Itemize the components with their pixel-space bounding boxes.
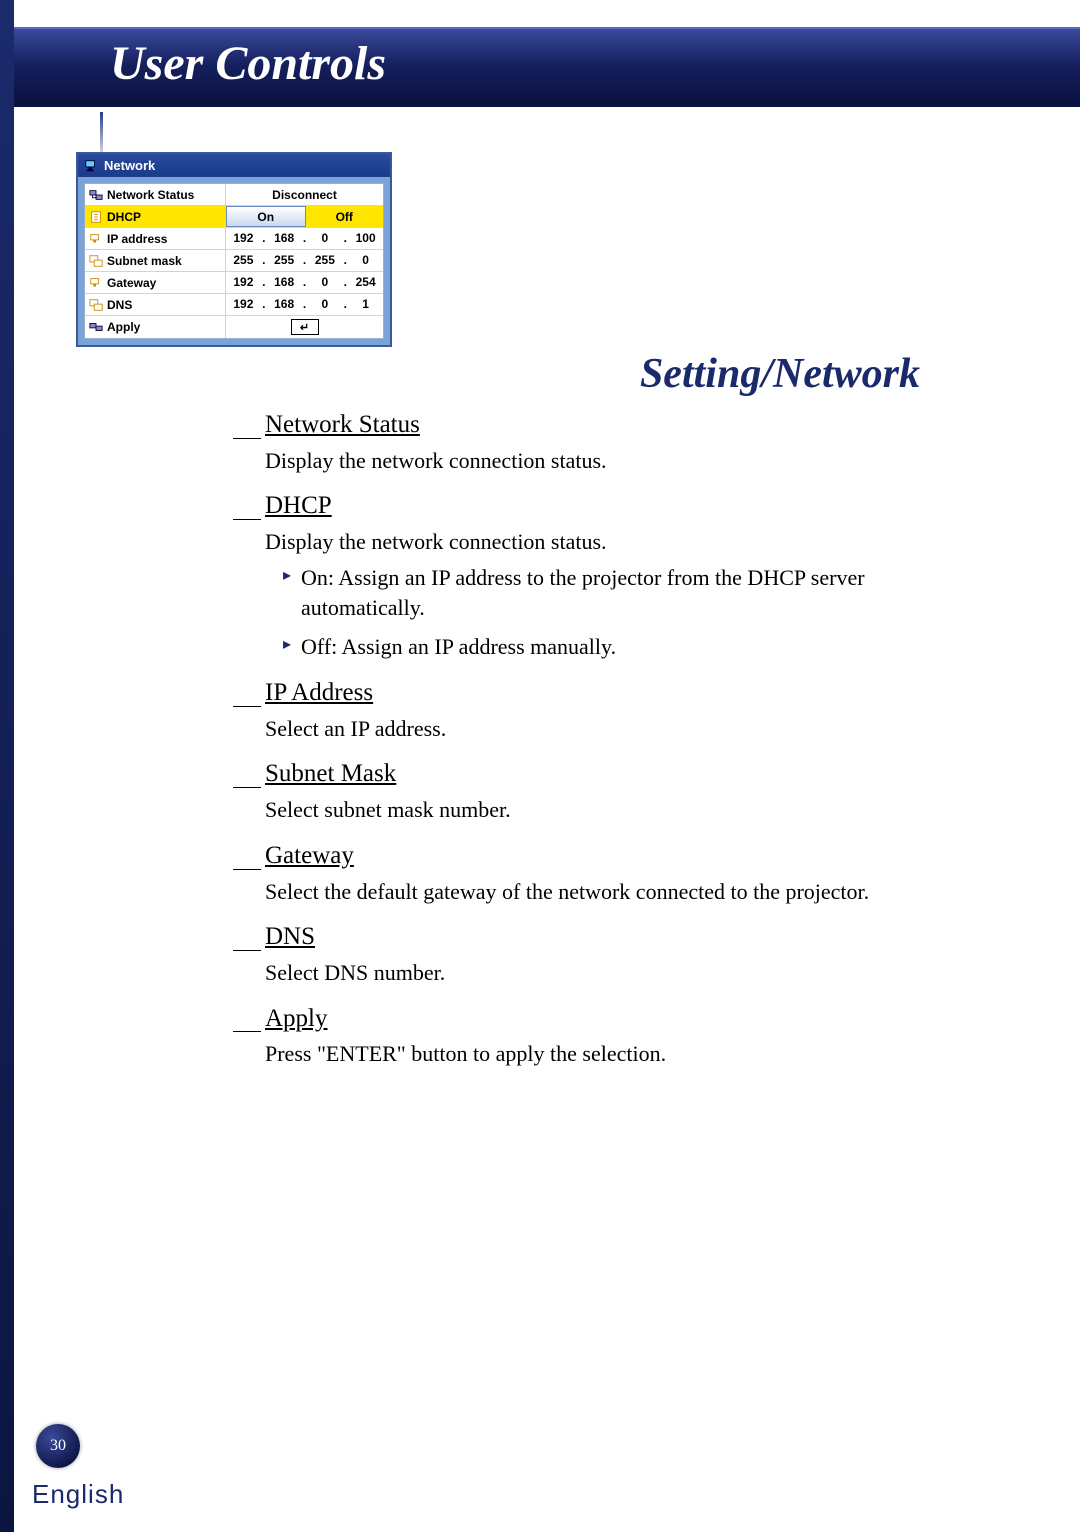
gw-o2: 168 [267,272,302,293]
gateway-icon [89,276,103,290]
para-network-status: Display the network connection status. [265,446,945,476]
section-title: Setting/Network [640,350,920,398]
gw-o1: 192 [226,272,261,293]
para-dhcp: Display the network connection status. [265,527,945,557]
osd-title-bar: Network [78,154,390,177]
osd-row-status[interactable]: Network Status Disconnect [85,184,383,206]
sn-o1: 255 [226,250,261,271]
osd-network-panel: Network Network Status Disconnect DHCP O… [76,152,392,347]
heading-subnet: Subnet Mask [265,757,945,791]
page-header-title: User Controls [110,36,386,91]
apply-icon [89,320,103,334]
dns-o4: 1 [348,294,383,315]
network-icon [84,159,98,173]
osd-subnet-value: 255. 255. 255. 0 [225,250,383,271]
osd-label-dns: DNS [107,298,132,312]
osd-row-subnet[interactable]: Subnet mask 255. 255. 255. 0 [85,250,383,272]
gw-o3: 0 [308,272,343,293]
osd-dhcp-on[interactable]: On [226,206,306,227]
para-gateway: Select the default gateway of the networ… [265,877,945,907]
osd-row-dhcp[interactable]: DHCP On Off [85,206,383,228]
language-label: English [32,1479,124,1510]
osd-ip-value: 192. 168. 0. 100 [225,228,383,249]
osd-label-dhcp: DHCP [107,210,141,224]
dhcp-bullets: On: Assign an IP address to the projecto… [283,563,945,662]
doc-content: Network Status Display the network conne… [265,408,945,1069]
osd-dhcp-toggle[interactable]: On Off [225,206,383,227]
heading-dns: DNS [265,920,945,954]
sn-o4: 0 [348,250,383,271]
osd-row-dns[interactable]: DNS 192. 168. 0. 1 [85,294,383,316]
ip-o2: 168 [267,228,302,249]
heading-gateway: Gateway [265,839,945,873]
osd-dhcp-off[interactable]: Off [306,206,384,227]
osd-label-apply: Apply [107,320,140,334]
bullet-dhcp-off: Off: Assign an IP address manually. [283,632,945,662]
ip-o4: 100 [348,228,383,249]
ip-o3: 0 [308,228,343,249]
subnet-icon [89,254,103,268]
para-apply: Press "ENTER" button to apply the select… [265,1039,945,1069]
dhcp-icon [89,210,103,224]
osd-row-gateway[interactable]: Gateway 192. 168. 0. 254 [85,272,383,294]
osd-row-apply[interactable]: Apply ↵ [85,316,383,338]
gw-o4: 254 [348,272,383,293]
osd-body: Network Status Disconnect DHCP On Off IP… [78,177,390,345]
sn-o2: 255 [267,250,302,271]
osd-label-status: Network Status [107,188,194,202]
dns-icon [89,298,103,312]
osd-label-ip: IP address [107,232,167,246]
osd-label-subnet: Subnet mask [107,254,182,268]
osd-label-gateway: Gateway [107,276,156,290]
osd-gateway-value: 192. 168. 0. 254 [225,272,383,293]
osd-title-text: Network [104,158,155,173]
heading-ip: IP Address [265,676,945,710]
dns-o2: 168 [267,294,302,315]
left-stripe [0,0,14,1532]
osd-row-ip[interactable]: IP address 192. 168. 0. 100 [85,228,383,250]
osd-dns-value: 192. 168. 0. 1 [225,294,383,315]
para-dns: Select DNS number. [265,958,945,988]
ip-icon [89,232,103,246]
enter-button[interactable]: ↵ [291,319,319,335]
status-icon [89,188,103,202]
dns-o3: 0 [308,294,343,315]
sn-o3: 255 [308,250,343,271]
page-number-badge: 30 [36,1424,80,1468]
osd-value-status: Disconnect [225,184,383,205]
osd-grid: Network Status Disconnect DHCP On Off IP… [84,183,384,339]
para-ip: Select an IP address. [265,714,945,744]
para-subnet: Select subnet mask number. [265,795,945,825]
dns-o1: 192 [226,294,261,315]
heading-dhcp: DHCP [265,489,945,523]
heading-network-status: Network Status [265,408,945,442]
heading-apply: Apply [265,1002,945,1036]
ip-o1: 192 [226,228,261,249]
bullet-dhcp-on: On: Assign an IP address to the projecto… [283,563,945,622]
